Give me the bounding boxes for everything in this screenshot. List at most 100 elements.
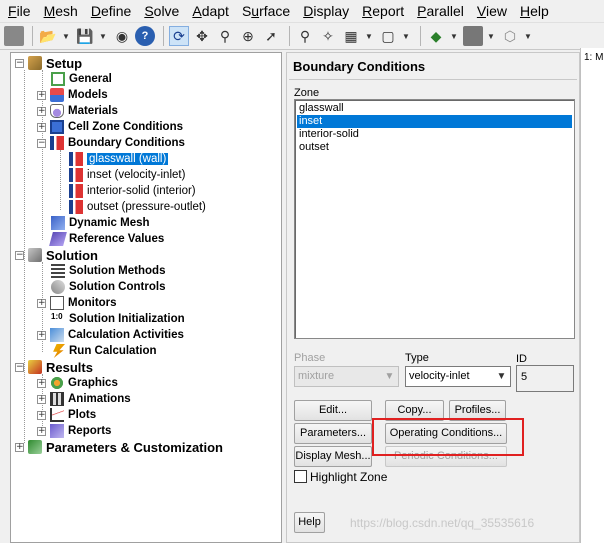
tree-item-bc-outset[interactable]: outset (pressure-outlet) <box>69 199 206 215</box>
open-folder-icon[interactable]: 📂 <box>38 26 58 46</box>
mesh-display-icon[interactable]: ◆ <box>426 26 446 46</box>
tree-guide-line <box>60 150 61 210</box>
chevron-down-icon[interactable]: ▼ <box>486 26 496 46</box>
tree-item-general[interactable]: General <box>51 71 112 87</box>
collapse-icon[interactable]: − <box>15 250 24 260</box>
tree-item-solution-methods[interactable]: Solution Methods <box>51 263 165 279</box>
tree-item-graphics[interactable]: + Graphics <box>37 375 118 391</box>
expand-icon[interactable]: + <box>37 410 46 420</box>
help-button[interactable]: Help <box>294 512 325 533</box>
zone-list-item-glasswall[interactable]: glasswall <box>297 102 572 115</box>
tree-item-setup[interactable]: − Setup <box>15 55 82 71</box>
draw-icon[interactable] <box>463 26 483 46</box>
probe-icon[interactable]: ➚ <box>261 26 281 46</box>
tree-item-monitors[interactable]: + Monitors <box>37 295 117 311</box>
boundary-zone-icon <box>69 152 83 166</box>
parameters-button[interactable]: Parameters... <box>294 423 372 444</box>
expand-icon[interactable]: + <box>37 90 46 100</box>
tree-item-reference-values[interactable]: Reference Values <box>49 231 165 247</box>
expand-icon[interactable]: + <box>37 394 46 404</box>
views-icon[interactable]: ▦ <box>341 26 361 46</box>
chevron-down-icon[interactable]: ▼ <box>98 26 108 46</box>
tree-item-dynamic-mesh[interactable]: Dynamic Mesh <box>51 215 150 231</box>
tree-item-run-calculation[interactable]: Run Calculation <box>51 343 157 359</box>
chevron-down-icon[interactable]: ▼ <box>523 26 533 46</box>
tree-item-label: outset (pressure-outlet) <box>87 201 206 213</box>
tree-item-models[interactable]: + Models <box>37 87 108 103</box>
help-icon[interactable]: ? <box>135 26 155 46</box>
type-select[interactable]: velocity-inlet ▼ <box>405 366 511 387</box>
expand-icon[interactable]: + <box>37 378 46 388</box>
menu-help[interactable]: Help <box>520 3 549 19</box>
tree-item-label: Solution Initialization <box>69 313 185 325</box>
tree-item-solution-initialization[interactable]: 1:0 Solution Initialization <box>51 311 185 327</box>
tree-item-boundary-conditions[interactable]: − Boundary Conditions <box>37 135 185 151</box>
hardcopy-icon[interactable] <box>4 26 24 46</box>
tree-item-results[interactable]: − Results <box>15 359 93 375</box>
zone-list-item-interior-solid[interactable]: interior-solid <box>297 128 572 141</box>
collapse-icon[interactable]: − <box>15 362 24 372</box>
calculation-activities-icon <box>50 328 64 342</box>
menu-adapt[interactable]: Adapt <box>192 3 229 19</box>
tree-item-label: glasswall (wall) <box>87 153 169 165</box>
tree-item-plots[interactable]: + Plots <box>37 407 96 423</box>
rotate-icon[interactable]: ⟳ <box>169 26 189 46</box>
chevron-down-icon[interactable]: ▼ <box>401 26 411 46</box>
expand-icon[interactable]: + <box>37 106 46 116</box>
menu-define[interactable]: Define <box>91 3 131 19</box>
zoom-in-icon[interactable]: ⊕ <box>238 26 258 46</box>
tree-item-label: Reference Values <box>69 233 165 245</box>
window-layout-icon[interactable]: ▢ <box>378 26 398 46</box>
tree-item-bc-interior-solid[interactable]: interior-solid (interior) <box>69 183 196 199</box>
save-icon[interactable]: 💾 <box>75 26 95 46</box>
tree-item-label: Solution Controls <box>69 281 166 293</box>
chevron-down-icon[interactable]: ▼ <box>449 26 459 46</box>
tree-item-solution[interactable]: − Solution <box>15 247 98 263</box>
menu-solve[interactable]: Solve <box>144 3 179 19</box>
camera-icon[interactable]: ◉ <box>112 26 132 46</box>
chevron-down-icon[interactable]: ▼ <box>364 26 374 46</box>
zoom-fit-icon[interactable]: ⚲ <box>295 26 315 46</box>
expand-icon[interactable]: + <box>37 426 46 436</box>
graphics-window-tab[interactable]: 1: M <box>580 48 604 543</box>
zone-list-item-inset[interactable]: inset <box>297 115 572 128</box>
cube-icon[interactable]: ⬡ <box>500 26 520 46</box>
tree-item-bc-glasswall[interactable]: glasswall (wall) <box>69 151 169 167</box>
menu-mesh[interactable]: Mesh <box>44 3 78 19</box>
expand-icon[interactable]: + <box>15 442 24 452</box>
phase-select[interactable]: mixture ▼ <box>294 366 399 387</box>
menu-parallel[interactable]: Parallel <box>417 3 464 19</box>
expand-icon[interactable]: + <box>37 298 46 308</box>
tree-item-animations[interactable]: + Animations <box>37 391 131 407</box>
parameters-icon <box>28 440 42 454</box>
id-label: ID <box>516 353 527 365</box>
expand-icon[interactable]: + <box>37 122 46 132</box>
expand-icon[interactable]: + <box>37 330 46 340</box>
zone-list[interactable]: glasswall inset interior-solid outset <box>294 99 575 339</box>
tree-item-reports[interactable]: + Reports <box>37 423 111 439</box>
pan-icon[interactable]: ✥ <box>192 26 212 46</box>
menu-report[interactable]: Report <box>362 3 404 19</box>
menu-display[interactable]: Display <box>303 3 349 19</box>
menu-file[interactable]: File <box>8 3 31 19</box>
highlight-zone-checkbox[interactable] <box>294 470 307 483</box>
menu-view[interactable]: View <box>477 3 507 19</box>
collapse-icon[interactable]: − <box>37 138 46 148</box>
edit-button[interactable]: Edit... <box>294 400 372 421</box>
menu-surface[interactable]: Surface <box>242 3 290 19</box>
phase-value: mixture <box>298 370 335 382</box>
tree-item-solution-controls[interactable]: Solution Controls <box>51 279 165 295</box>
zone-list-item-outset[interactable]: outset <box>297 141 572 154</box>
collapse-icon[interactable]: − <box>15 58 24 68</box>
axes-icon[interactable]: ✧ <box>318 26 338 46</box>
type-value: velocity-inlet <box>409 370 470 382</box>
tree-item-bc-inset[interactable]: inset (velocity-inlet) <box>69 167 185 183</box>
tree-item-label: Materials <box>68 105 118 117</box>
display-mesh-button[interactable]: Display Mesh... <box>294 446 372 467</box>
tree-item-cell-zone-conditions[interactable]: + Cell Zone Conditions <box>37 119 183 135</box>
zoom-icon[interactable]: ⚲ <box>215 26 235 46</box>
tree-item-parameters-customization[interactable]: + Parameters & Customization <box>15 439 223 455</box>
tree-item-calculation-activities[interactable]: + Calculation Activities <box>37 327 184 343</box>
chevron-down-icon[interactable]: ▼ <box>61 26 71 46</box>
tree-item-materials[interactable]: + Materials <box>37 103 118 119</box>
